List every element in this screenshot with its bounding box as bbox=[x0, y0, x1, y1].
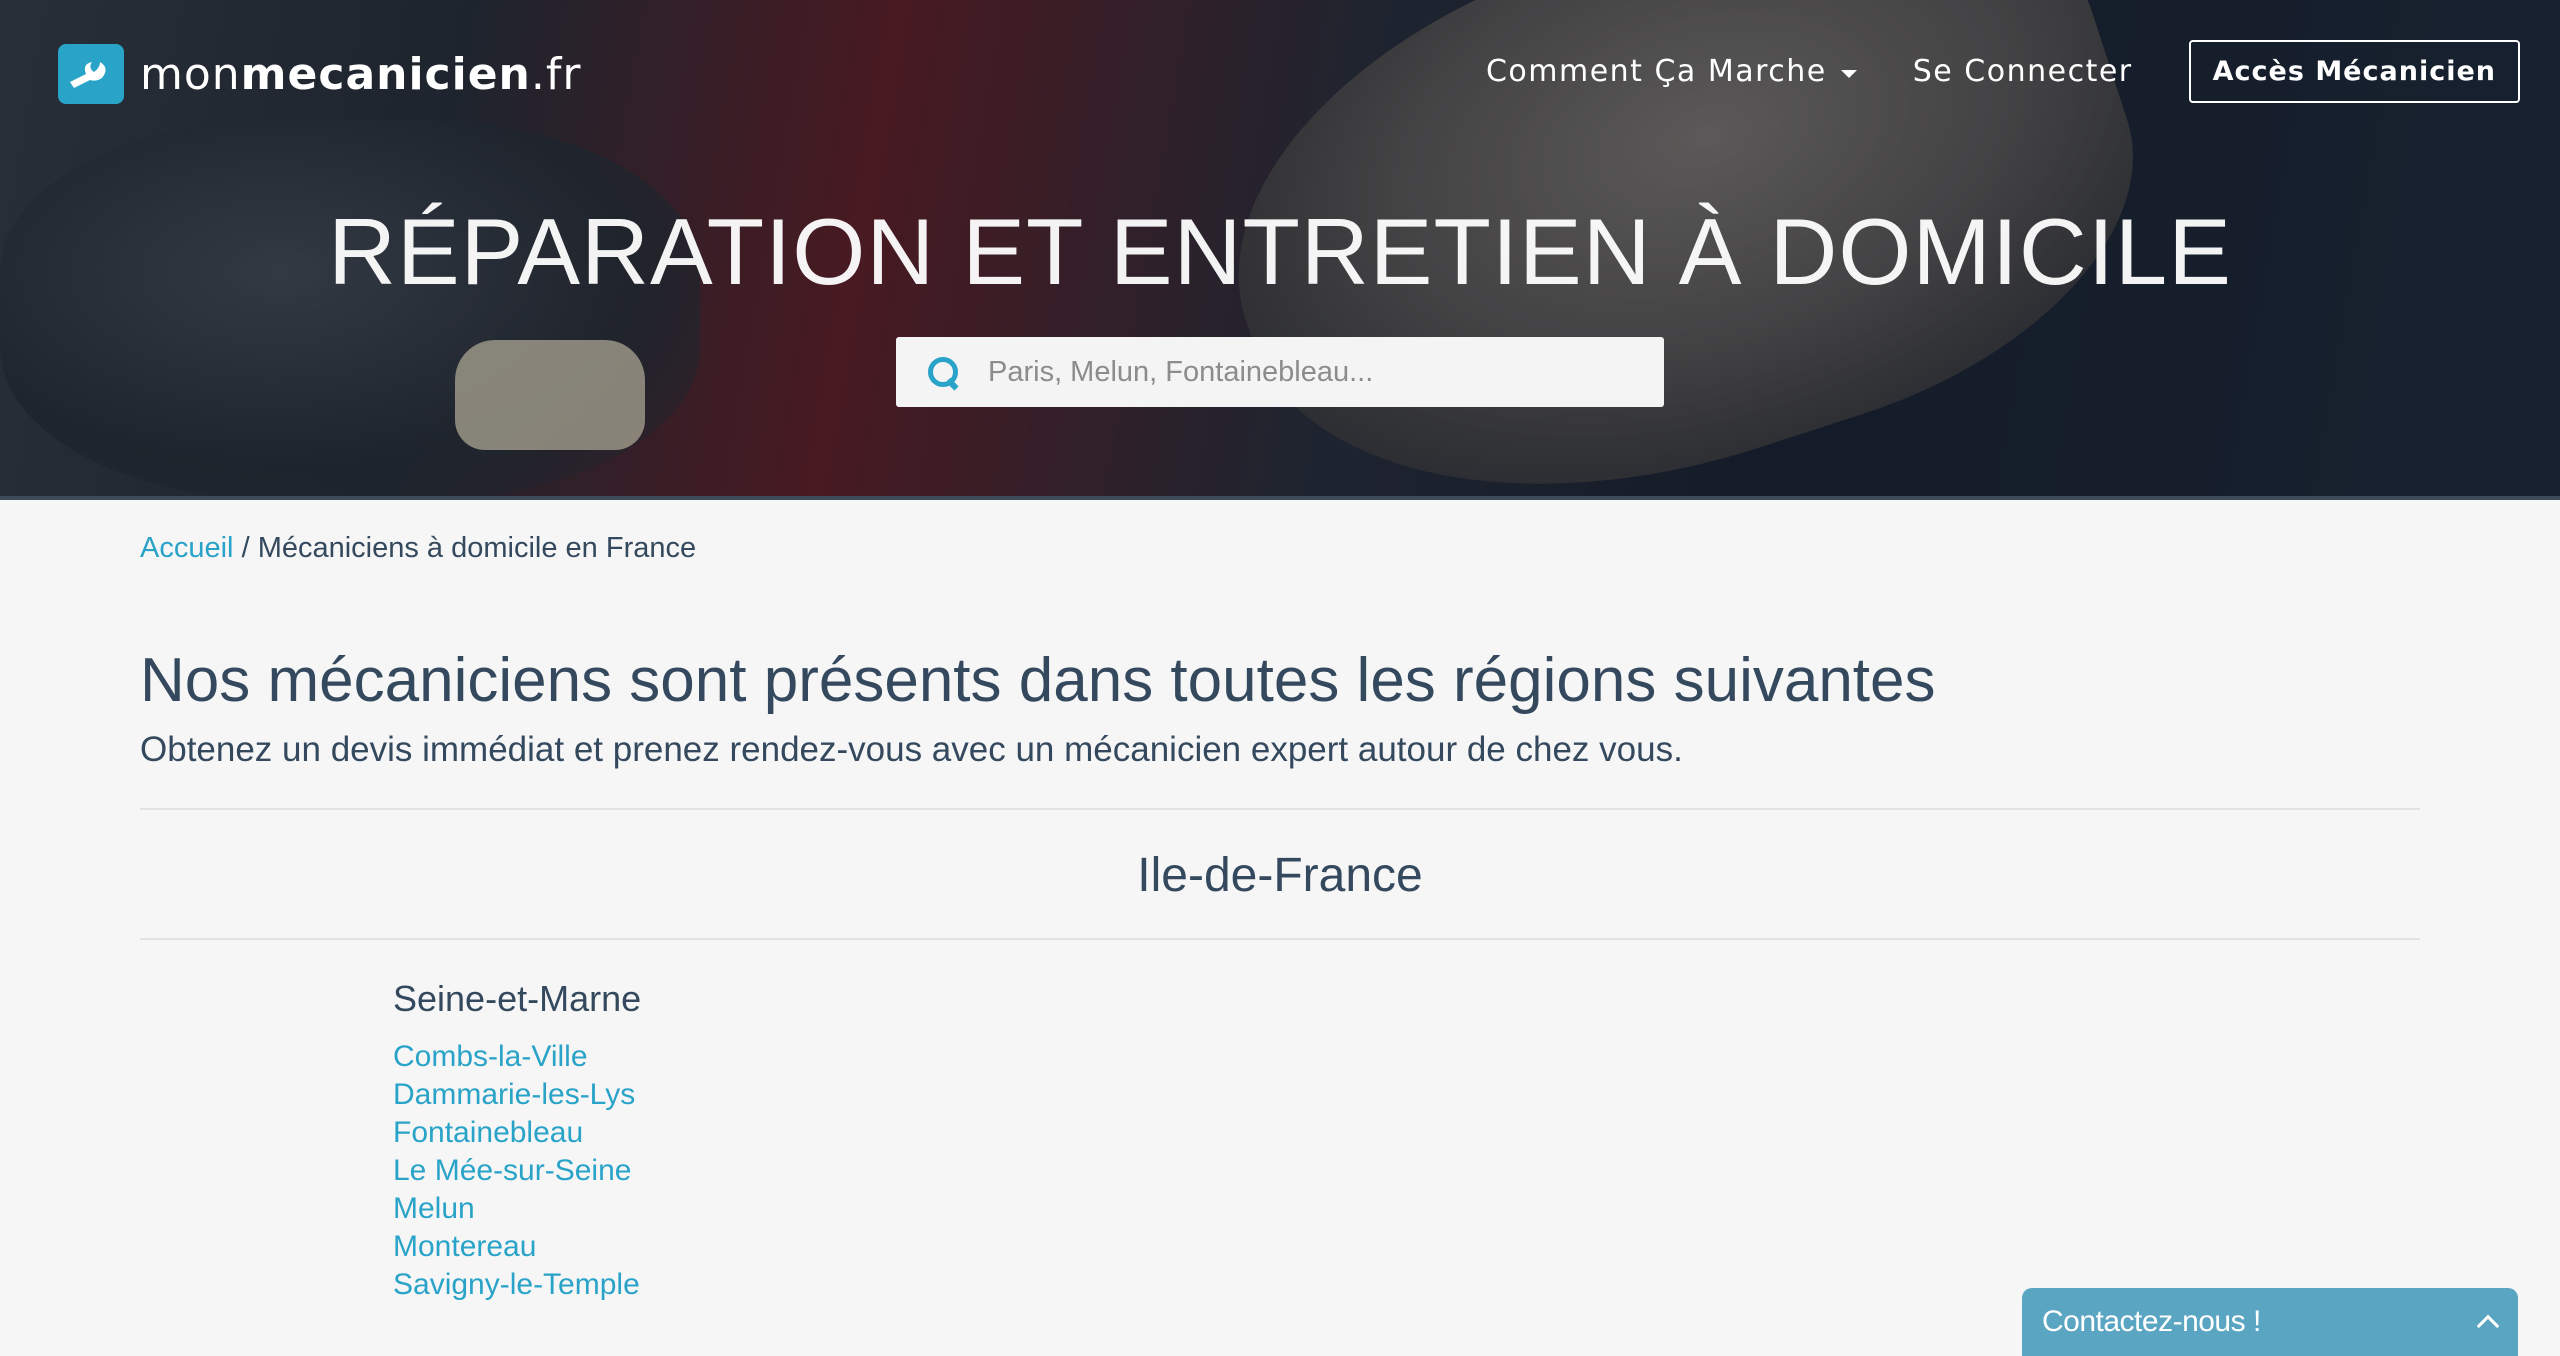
nav-how-it-works-label: Comment Ça Marche bbox=[1485, 54, 1827, 89]
nav-how-it-works[interactable]: Comment Ça Marche bbox=[1486, 54, 1857, 89]
nav-login-label: Se Connecter bbox=[1912, 54, 2133, 89]
breadcrumb-home[interactable]: Accueil bbox=[140, 532, 234, 564]
breadcrumb: Accueil / Mécaniciens à domicile en Fran… bbox=[140, 532, 696, 565]
hero-title: RÉPARATION ET ENTRETIEN À DOMICILE bbox=[328, 199, 2232, 304]
page-title: Nos mécaniciens sont présents dans toute… bbox=[140, 646, 1936, 715]
mechanic-access-button[interactable]: Accès Mécanicien bbox=[2188, 40, 2520, 103]
contact-widget[interactable]: Contactez-nous ! bbox=[2022, 1288, 2518, 1356]
region-title: Ile-de-France bbox=[1137, 849, 1423, 902]
department-title: Seine-et-Marne bbox=[393, 978, 642, 1019]
city-link[interactable]: Le Mée-sur-Seine bbox=[393, 1152, 640, 1190]
city-link[interactable]: Fontainebleau bbox=[393, 1114, 640, 1152]
location-search[interactable] bbox=[896, 337, 1664, 407]
search-icon bbox=[928, 357, 958, 387]
city-list: Combs-la-Ville Dammarie-les-Lys Fontaine… bbox=[393, 1038, 640, 1304]
site-logo[interactable]: monmecanicien.fr bbox=[58, 44, 581, 104]
city-link[interactable]: Combs-la-Ville bbox=[393, 1038, 640, 1076]
divider bbox=[140, 938, 2420, 940]
city-link[interactable]: Savigny-le-Temple bbox=[393, 1266, 640, 1304]
chevron-up-icon[interactable] bbox=[2476, 1314, 2500, 1338]
location-search-input[interactable] bbox=[988, 355, 1628, 389]
caret-down-icon bbox=[1840, 69, 1857, 78]
page-subtitle: Obtenez un devis immédiat et prenez rend… bbox=[140, 730, 1683, 769]
divider bbox=[140, 808, 2420, 810]
city-link[interactable]: Dammarie-les-Lys bbox=[393, 1076, 640, 1114]
city-link[interactable]: Montereau bbox=[393, 1228, 640, 1266]
nav-login[interactable]: Se Connecter bbox=[1913, 54, 2133, 89]
contact-widget-label: Contactez-nous ! bbox=[2042, 1305, 2261, 1338]
city-link[interactable]: Melun bbox=[393, 1190, 640, 1228]
logo-wordmark: monmecanicien.fr bbox=[140, 48, 582, 100]
main-nav: Comment Ça Marche Se Connecter Accès Méc… bbox=[1486, 40, 2520, 103]
hero-banner: monmecanicien.fr Comment Ça Marche Se Co… bbox=[0, 0, 2560, 500]
breadcrumb-current: Mécaniciens à domicile en France bbox=[257, 532, 697, 564]
wrench-icon bbox=[58, 44, 124, 104]
breadcrumb-separator: / bbox=[241, 532, 250, 564]
